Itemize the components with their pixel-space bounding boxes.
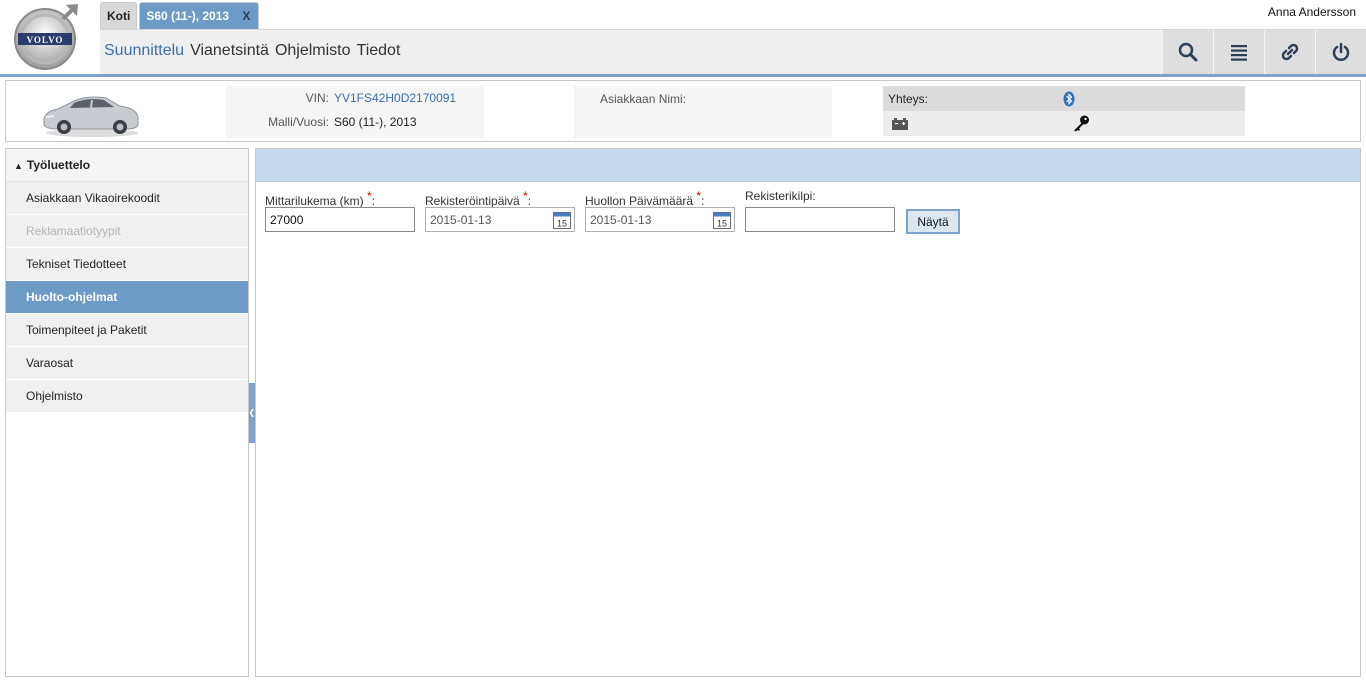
connection-row: Yhteys: [883, 86, 1245, 111]
tab-vehicle[interactable]: S60 (11-), 2013 X [139, 2, 260, 29]
key-icon [1074, 115, 1089, 132]
menu-vianetsinta[interactable]: Vianetsintä [190, 42, 269, 60]
search-button[interactable] [1162, 30, 1213, 74]
main-menu: Suunnittelu Vianetsintä Ohjelmisto Tiedo… [104, 42, 406, 60]
calendar-icon[interactable]: 15 [553, 211, 571, 229]
mileage-input[interactable] [265, 207, 415, 232]
service-date-label: Huollon Päivämäärä [585, 194, 694, 208]
toolbar [1162, 30, 1366, 74]
registration-date-input[interactable]: 2015-01-13 15 [425, 207, 575, 232]
link-icon [1281, 43, 1299, 61]
collapse-triangle-icon: ▲ [14, 161, 23, 171]
vin-label: VIN: [305, 91, 329, 105]
license-plate-field-group: Rekisterikilpi: [745, 189, 895, 232]
mileage-label: Mittarilukema (km) [265, 194, 364, 208]
user-name[interactable]: Anna Andersson [1268, 5, 1356, 19]
vehicle-info-panel: VIN: YV1FS42H0D2170091 Malli/Vuosi: S60 … [5, 80, 1361, 142]
customer-name-label: Asiakkaan Nimi: [600, 92, 687, 106]
app-header: VOLVO Koti S60 (11-), 2013 X Anna Anders… [0, 0, 1366, 76]
header-divider [0, 74, 1366, 77]
tab-strip: Koti S60 (11-), 2013 X [100, 2, 261, 29]
main-nav-bar: Suunnittelu Vianetsintä Ohjelmisto Tiedo… [100, 29, 1366, 74]
sidebar-item-software[interactable]: Ohjelmisto [6, 380, 248, 413]
label-colon: : [701, 194, 705, 208]
battery-icon [892, 118, 908, 130]
menu-suunnittelu[interactable]: Suunnittelu [104, 42, 184, 60]
service-date-input[interactable]: 2015-01-13 15 [585, 207, 735, 232]
registration-date-label: Rekisteröintipäivä [425, 194, 520, 208]
customer-info-box: Asiakkaan Nimi: [574, 86, 832, 138]
work-list-sidebar: ▲ Työluettelo Asiakkaan Vikaoirekoodit Re… [5, 148, 249, 677]
label-colon: : [527, 194, 532, 208]
list-icon [1231, 45, 1247, 61]
car-image [43, 96, 139, 137]
registration-date-field-group: Rekisteröintipäivä *: 2015-01-13 15 [425, 189, 575, 232]
search-icon [1178, 42, 1198, 62]
tab-vehicle-label: S60 (11-), 2013 [146, 9, 230, 23]
registration-date-value: 2015-01-13 [430, 213, 492, 227]
link-button[interactable] [1264, 30, 1315, 74]
power-button[interactable] [1315, 30, 1366, 74]
vin-info-box: VIN: YV1FS42H0D2170091 Malli/Vuosi: S60 … [226, 86, 484, 138]
panel-title-bar [256, 149, 1360, 182]
sidebar-title: Työluettelo [26, 158, 91, 172]
vin-value: YV1FS42H0D2170091 [334, 91, 457, 105]
license-plate-label: Rekisterikilpi: [745, 189, 816, 203]
menu-ohjelmisto[interactable]: Ohjelmisto [275, 42, 351, 60]
model-label: Malli/Vuosi: [268, 115, 329, 129]
calendar-day: 15 [717, 219, 727, 229]
sidebar-header[interactable]: ▲ Työluettelo [6, 149, 248, 182]
power-icon [1332, 42, 1350, 61]
connection-status-row [883, 111, 1245, 136]
connection-box: Yhteys: [883, 86, 1245, 136]
service-date-value: 2015-01-13 [590, 213, 652, 227]
sidebar-item-technical-bulletins[interactable]: Tekniset Tiedotteet [6, 248, 248, 281]
license-plate-input[interactable] [745, 207, 895, 232]
sidebar-item-operations-packages[interactable]: Toimenpiteet ja Paketit [6, 314, 248, 347]
bluetooth-icon [1063, 91, 1075, 107]
list-button[interactable] [1213, 30, 1264, 74]
sidebar-item-spare-parts[interactable]: Varaosat [6, 347, 248, 380]
menu-tiedot[interactable]: Tiedot [357, 42, 401, 60]
show-button[interactable]: Näytä [906, 209, 960, 234]
sidebar-item-claim-types: Reklamaatiotyypit [6, 215, 248, 248]
mileage-field-group: Mittarilukema (km) *: [265, 189, 415, 232]
svg-text:VOLVO: VOLVO [27, 35, 64, 45]
calendar-day: 15 [557, 219, 567, 229]
volvo-logo[interactable]: VOLVO [10, 2, 84, 72]
sidebar-item-customer-fault-codes[interactable]: Asiakkaan Vikaoirekoodit [6, 182, 248, 215]
service-date-field-group: Huollon Päivämäärä *: 2015-01-13 15 [585, 189, 735, 232]
tab-home[interactable]: Koti [100, 2, 138, 29]
calendar-icon[interactable]: 15 [713, 211, 731, 229]
close-tab-button[interactable]: X [242, 9, 250, 23]
sidebar-item-service-programs[interactable]: Huolto-ohjelmat [6, 281, 248, 314]
service-program-panel: Mittarilukema (km) *: Rekisteröintipäivä… [255, 148, 1361, 677]
label-colon: : [371, 194, 376, 208]
model-value: S60 (11-), 2013 [334, 115, 417, 129]
connection-label: Yhteys: [888, 92, 929, 106]
